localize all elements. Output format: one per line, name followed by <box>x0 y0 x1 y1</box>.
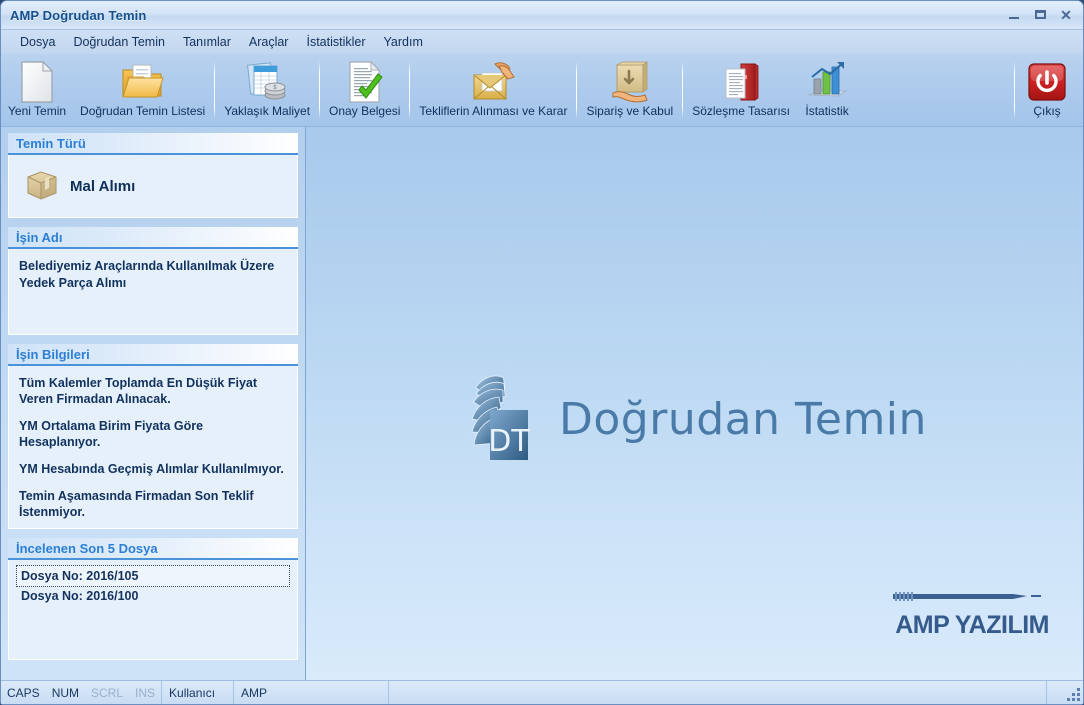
toolbar-button-yeni-temin[interactable]: Yeni Temin <box>1 57 73 125</box>
status-num: NUM <box>46 686 85 700</box>
panel-title: İşin Bilgileri <box>16 347 90 362</box>
dt-logo-icon: DT <box>451 367 541 472</box>
close-icon: ✕ <box>1060 8 1072 22</box>
toolbar-separator <box>319 61 320 119</box>
resize-grip-icon <box>1067 688 1080 701</box>
minimize-icon <box>1009 17 1019 19</box>
open-folder-icon <box>120 60 166 104</box>
toolbar: Yeni Temin Doğrudan T <box>1 54 1083 127</box>
toolbar-button-istatistik[interactable]: İstatistik <box>797 57 857 125</box>
toolbar-label: Yeni Temin <box>8 105 66 118</box>
panel-title: İşin Adı <box>16 230 62 245</box>
panel-header: Temin Türü <box>8 133 298 155</box>
toolbar-separator <box>682 61 683 119</box>
status-app-label: AMP <box>234 681 389 704</box>
document-checkmark-icon <box>342 60 388 104</box>
spreadsheet-coins-icon: $ <box>244 60 290 104</box>
toolbar-separator <box>214 61 215 119</box>
toolbar-label: Doğrudan Temin Listesi <box>80 105 205 118</box>
status-bar: CAPS NUM SCRL INS Kullanıcı AMP <box>1 680 1083 704</box>
toolbar-label: Onay Belgesi <box>329 105 400 118</box>
toolbar-label: Yaklaşık Maliyet <box>224 105 310 118</box>
toolbar-button-yaklasik-maliyet[interactable]: $ Yaklaşık Maliyet <box>217 57 317 125</box>
panel-isin-bilgileri: İşin Bilgileri Tüm Kalemler Toplamda En … <box>8 344 298 529</box>
toolbar-button-onay-belgesi[interactable]: Onay Belgesi <box>322 57 407 125</box>
panel-body: Dosya No: 2016/105 Dosya No: 2016/100 <box>8 560 298 660</box>
close-button[interactable]: ✕ <box>1055 5 1077 24</box>
toolbar-separator <box>409 61 410 119</box>
list-item[interactable]: Dosya No: 2016/100 <box>17 586 289 606</box>
toolbar-separator <box>576 61 577 119</box>
toolbar-label: Sipariş ve Kabul <box>586 105 673 118</box>
toolbar-button-sozlesme-tasarisi[interactable]: Sözleşme Tasarısı <box>685 57 797 125</box>
envelope-hand-icon <box>470 60 516 104</box>
info-line: YM Hesabında Geçmiş Alımlar Kullanılmıyo… <box>19 461 287 477</box>
menu-bar: Dosya Doğrudan Temin Tanımlar Araçlar İs… <box>1 30 1083 54</box>
resize-grip[interactable] <box>1047 681 1083 704</box>
toolbar-label: İstatistik <box>805 105 848 118</box>
panel-body: Tüm Kalemler Toplamda En Düşük Fiyat Ver… <box>8 366 298 529</box>
isin-adi-value: Belediyemiz Araçlarında Kullanılmak Üzer… <box>19 258 287 292</box>
menu-item-dogrudan-temin[interactable]: Doğrudan Temin <box>64 32 174 52</box>
toolbar-button-cikis[interactable]: Çıkış <box>1017 57 1077 125</box>
menu-item-tanimlar[interactable]: Tanımlar <box>174 32 240 52</box>
menu-item-istatistikler[interactable]: İstatistikler <box>297 32 374 52</box>
toolbar-label: Çıkış <box>1033 105 1060 118</box>
logo-title: Doğrudan Temin <box>559 394 927 445</box>
toolbar-button-dogrudan-temin-listesi[interactable]: Doğrudan Temin Listesi <box>73 57 212 125</box>
panel-temin-turu: Temin Türü Mal Al <box>8 133 298 218</box>
info-line: Tüm Kalemler Toplamda En Düşük Fiyat Ver… <box>19 375 287 407</box>
status-caps: CAPS <box>1 686 46 700</box>
toolbar-exit-group: Çıkış <box>1012 57 1077 125</box>
vendor-name: AMP YAZILIM <box>879 611 1049 640</box>
list-item[interactable]: Dosya No: 2016/105 <box>17 566 289 586</box>
minimize-button[interactable] <box>1003 5 1025 24</box>
toolbar-label: Tekliflerin Alınması ve Karar <box>419 105 567 118</box>
package-hand-icon <box>607 60 653 104</box>
panel-header: İşin Bilgileri <box>8 344 298 366</box>
maximize-button[interactable] <box>1029 5 1051 24</box>
temin-turu-value: Mal Alımı <box>70 178 135 195</box>
status-user-label: Kullanıcı <box>162 681 234 704</box>
status-ins: INS <box>129 686 161 700</box>
status-scrl: SCRL <box>85 686 129 700</box>
window-title: AMP Doğrudan Temin <box>10 8 146 23</box>
panel-title: Temin Türü <box>16 136 86 151</box>
pencil-icon <box>879 590 1049 606</box>
menu-item-araclar[interactable]: Araçlar <box>240 32 298 52</box>
window-controls: ✕ <box>1003 5 1077 24</box>
bar-chart-icon <box>804 60 850 104</box>
toolbar-button-tekliflerin-alinmasi[interactable]: Tekliflerin Alınması ve Karar <box>412 57 574 125</box>
sidebar: Temin Türü Mal Al <box>1 127 306 680</box>
svg-text:$: $ <box>273 84 277 91</box>
red-binder-icon <box>718 60 764 104</box>
content-area: Temin Türü Mal Al <box>1 127 1083 680</box>
toolbar-label: Sözleşme Tasarısı <box>692 105 790 118</box>
info-line: Temin Aşamasında Firmadan Son Teklif İst… <box>19 488 287 520</box>
info-line: YM Ortalama Birim Fiyata Göre Hesaplanıy… <box>19 418 287 450</box>
status-indicators: CAPS NUM SCRL INS <box>1 681 162 704</box>
panel-incelenen-son-5-dosya: İncelenen Son 5 Dosya Dosya No: 2016/105… <box>8 538 298 660</box>
application-window: AMP Doğrudan Temin ✕ Dosya Doğrudan Temi… <box>0 0 1084 705</box>
panel-header: İncelenen Son 5 Dosya <box>8 538 298 560</box>
menu-item-dosya[interactable]: Dosya <box>11 32 64 52</box>
panel-isin-adi: İşin Adı Belediyemiz Araçlarında Kullanı… <box>8 227 298 335</box>
dt-logo-letters: DT <box>488 424 530 459</box>
app-logo: DT Doğrudan Temin <box>451 367 927 472</box>
panel-body: Belediyemiz Araçlarında Kullanılmak Üzer… <box>8 249 298 335</box>
panel-title: İncelenen Son 5 Dosya <box>16 541 158 556</box>
package-box-icon <box>25 168 59 205</box>
toolbar-button-siparis-ve-kabul[interactable]: Sipariş ve Kabul <box>579 57 680 125</box>
maximize-icon <box>1035 10 1046 19</box>
panel-body: Mal Alımı <box>8 155 298 218</box>
toolbar-separator <box>1014 61 1015 119</box>
panel-header: İşin Adı <box>8 227 298 249</box>
title-bar: AMP Doğrudan Temin ✕ <box>1 1 1083 30</box>
power-icon <box>1024 60 1070 104</box>
status-spacer <box>389 681 1047 704</box>
main-panel: DT Doğrudan Temin AMP YAZILIM <box>306 127 1083 680</box>
new-document-icon <box>14 60 60 104</box>
menu-item-yardim[interactable]: Yardım <box>375 32 432 52</box>
vendor-logo: AMP YAZILIM <box>879 590 1049 640</box>
